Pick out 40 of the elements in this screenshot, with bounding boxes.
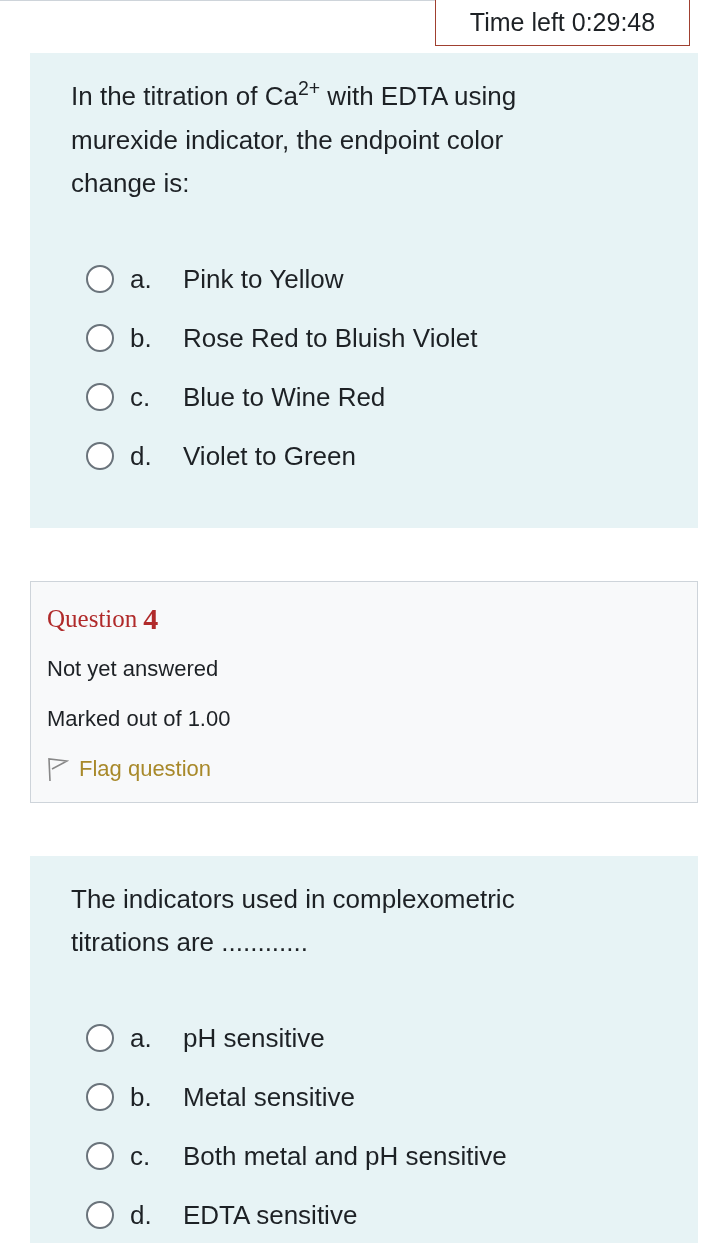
answer-option[interactable]: d. Violet to Green: [71, 426, 657, 486]
option-letter: c.: [130, 380, 152, 414]
flag-icon: [47, 755, 69, 782]
radio-button[interactable]: [86, 1201, 114, 1229]
answer-option[interactable]: a. pH sensitive: [71, 1008, 657, 1068]
option-label: Violet to Green: [183, 439, 356, 473]
option-letter: d.: [130, 439, 153, 473]
radio-button[interactable]: [86, 265, 114, 293]
radio-button[interactable]: [86, 1024, 114, 1052]
answer-option[interactable]: c. Both metal and pH sensitive: [71, 1126, 657, 1186]
option-label: EDTA sensitive: [183, 1198, 358, 1232]
radio-button[interactable]: [86, 324, 114, 352]
answer-option[interactable]: d. EDTA sensitive: [71, 1185, 657, 1243]
answer-option[interactable]: b. Rose Red to Bluish Violet: [71, 308, 657, 368]
question-text: The indicators used in complexometric titrations are ............: [71, 882, 516, 959]
question-status: Not yet answered: [47, 655, 219, 683]
option-label: Metal sensitive: [183, 1080, 355, 1114]
option-label: Both metal and pH sensitive: [183, 1139, 507, 1173]
answer-option[interactable]: a. Pink to Yellow: [71, 249, 657, 309]
question-heading: Question: [47, 603, 138, 634]
radio-button[interactable]: [86, 442, 114, 470]
option-letter: b.: [130, 321, 153, 355]
option-label: Rose Red to Bluish Violet: [183, 321, 478, 355]
option-letter: c.: [130, 1139, 152, 1173]
option-label: pH sensitive: [183, 1021, 325, 1055]
answer-option[interactable]: c. Blue to Wine Red: [71, 367, 657, 427]
radio-button[interactable]: [86, 383, 114, 411]
radio-button[interactable]: [86, 1142, 114, 1170]
question-number: 4: [143, 601, 159, 637]
radio-button[interactable]: [86, 1083, 114, 1111]
option-letter: a.: [130, 1021, 153, 1055]
question-marks: Marked out of 1.00: [47, 705, 231, 733]
option-letter: b.: [130, 1080, 153, 1114]
option-label: Pink to Yellow: [183, 262, 344, 296]
option-letter: a.: [130, 262, 153, 296]
timer: Time left 0:29:48: [435, 0, 690, 46]
option-label: Blue to Wine Red: [183, 380, 386, 414]
answer-option[interactable]: b. Metal sensitive: [71, 1067, 657, 1127]
question-text: In the titration of Ca$^{2+}$ with EDTA using murexide indicator, the endpoint color change is:: [71, 76, 518, 200]
option-letter: d.: [130, 1198, 153, 1232]
